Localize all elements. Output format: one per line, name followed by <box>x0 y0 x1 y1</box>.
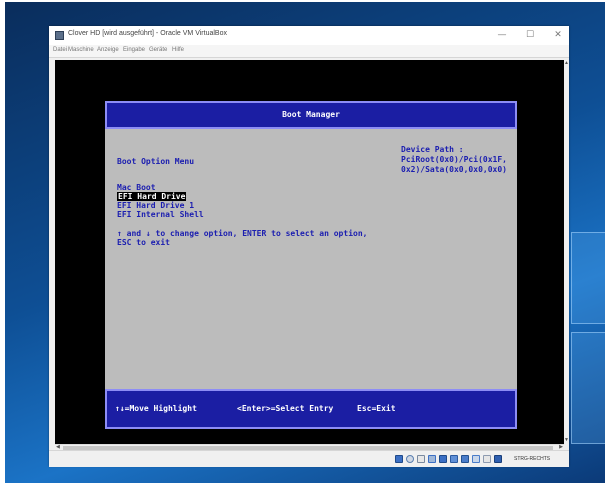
usb-icon[interactable] <box>439 455 447 463</box>
mouse-integration-icon[interactable] <box>483 455 491 463</box>
menu-maschine[interactable]: Maschine <box>68 47 94 53</box>
boot-help-text-line1: ↑ and ↓ to change option, ENTER to selec… <box>117 229 368 238</box>
boot-manager-footer: ↑↓=Move Highlight <Enter>=Select Entry E… <box>105 389 517 429</box>
device-path-value-line1: PciRoot(0x0)/Pci(0x1F, <box>401 155 507 164</box>
scroll-up-arrow-icon[interactable]: ▲ <box>564 61 569 66</box>
device-path-value-line2: 0x2)/Sata(0x0,0x0,0x0) <box>401 165 507 174</box>
video-capture-icon[interactable] <box>472 455 480 463</box>
menu-anzeige[interactable]: Anzeige <box>97 47 119 53</box>
hard-disk-icon[interactable] <box>395 455 403 463</box>
boot-manager-panel: Boot Option Menu Device Path : PciRoot(0… <box>105 129 517 389</box>
menu-geraete[interactable]: Geräte <box>149 47 167 53</box>
virtualbox-window[interactable]: Clover HD [wird ausgeführt] - Oracle VM … <box>49 26 569 467</box>
virtualbox-app-icon <box>55 31 64 40</box>
footer-move-highlight: ↑↓=Move Highlight <box>115 404 197 413</box>
boot-option-efi-hard-drive[interactable]: EFI Hard Drive <box>117 192 187 201</box>
boot-option-efi-hard-drive-1[interactable]: EFI Hard Drive 1 <box>117 201 194 210</box>
boot-option-menu-heading: Boot Option Menu <box>117 157 195 166</box>
audio-icon[interactable] <box>417 455 425 463</box>
vertical-scrollbar[interactable]: ▲ ▼ <box>564 60 569 444</box>
window-title: Clover HD [wird ausgeführt] - Oracle VM … <box>68 30 227 37</box>
boot-manager-title: Boot Manager <box>282 110 340 119</box>
windows-desktop: Clover HD [wird ausgeführt] - Oracle VM … <box>5 2 605 483</box>
minimize-button[interactable]: — <box>495 28 509 42</box>
boot-manager-header: Boot Manager <box>105 101 517 129</box>
menu-eingabe[interactable]: Eingabe <box>123 47 145 53</box>
close-button[interactable]: ✕ <box>551 28 565 42</box>
boot-option-mac-boot[interactable]: Mac Boot <box>117 183 156 192</box>
scroll-down-arrow-icon[interactable]: ▼ <box>564 438 569 443</box>
footer-exit: Esc=Exit <box>357 404 396 413</box>
vm-display[interactable]: Boot Manager Boot Option Menu Device Pat… <box>55 60 564 461</box>
menu-datei[interactable]: Datei <box>53 47 67 53</box>
windows-logo-pane-bottom <box>571 332 605 444</box>
window-titlebar[interactable]: Clover HD [wird ausgeführt] - Oracle VM … <box>49 26 569 45</box>
network-icon[interactable] <box>428 455 436 463</box>
boot-option-efi-internal-shell[interactable]: EFI Internal Shell <box>117 210 204 219</box>
cpu-icon[interactable] <box>494 455 502 463</box>
optical-drive-icon[interactable] <box>406 455 414 463</box>
footer-select-entry: <Enter>=Select Entry <box>237 404 334 413</box>
shared-folders-icon[interactable] <box>450 455 458 463</box>
device-path-label: Device Path : <box>401 145 464 154</box>
boot-help-text-line2: ESC to exit <box>117 238 170 247</box>
menubar: Datei Maschine Anzeige Eingabe Geräte Hi… <box>49 45 569 58</box>
windows-logo-pane-top <box>571 232 605 324</box>
statusbar: STRG-RECHTS <box>49 450 569 467</box>
menu-hilfe[interactable]: Hilfe <box>172 47 184 53</box>
display-icon[interactable] <box>461 455 469 463</box>
host-key-label: STRG-RECHTS <box>514 456 551 462</box>
maximize-button[interactable]: ☐ <box>523 28 537 42</box>
